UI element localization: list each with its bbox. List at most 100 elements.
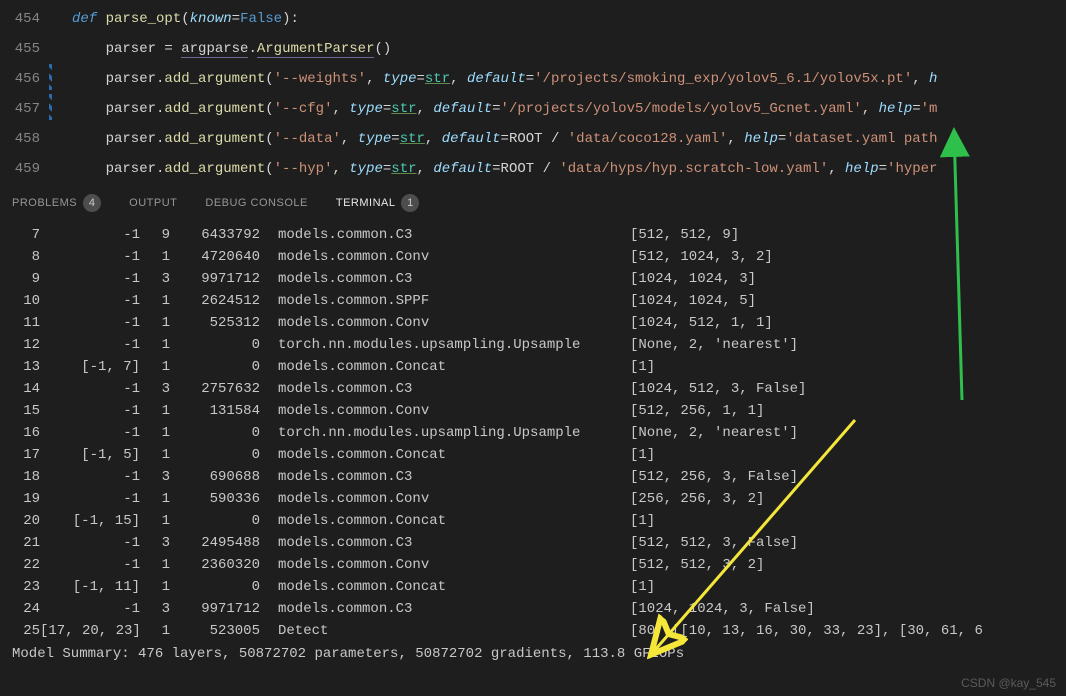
terminal-cell: 6433792 xyxy=(170,224,260,246)
terminal-row: 21-132495488models.common.C3[512, 512, 3… xyxy=(12,532,1054,554)
terminal-cell: 1 xyxy=(140,444,170,466)
terminal-cell: 1 xyxy=(140,356,170,378)
code-line[interactable]: 454 def parse_opt(known=False): xyxy=(0,4,1066,34)
terminal-row: 22-112360320models.common.Conv[512, 512,… xyxy=(12,554,1054,576)
terminal-cell: [-1, 15] xyxy=(40,510,140,532)
model-summary: Model Summary: 476 layers, 50872702 para… xyxy=(0,646,1066,662)
tab-debug-console[interactable]: DEBUG CONSOLE xyxy=(205,197,307,209)
terminal-cell: [1] xyxy=(630,576,1054,598)
terminal-cell: [512, 1024, 3, 2] xyxy=(630,246,1054,268)
gutter xyxy=(48,64,72,90)
terminal-cell: models.common.C3 xyxy=(260,268,630,290)
code-line[interactable]: 455 parser = argparse.ArgumentParser() xyxy=(0,34,1066,64)
terminal-cell: Detect xyxy=(260,620,630,642)
terminal-cell: [1] xyxy=(630,444,1054,466)
terminal-cell: [256, 256, 3, 2] xyxy=(630,488,1054,510)
terminal-cell: 23 xyxy=(12,576,40,598)
terminal-cell: [1024, 512, 3, False] xyxy=(630,378,1054,400)
panel-tabs: PROBLEMS 4 OUTPUT DEBUG CONSOLE TERMINAL… xyxy=(0,184,1066,220)
terminal-row: 14-132757632models.common.C3[1024, 512, … xyxy=(12,378,1054,400)
terminal-cell: [17, 20, 23] xyxy=(40,620,140,642)
tab-output[interactable]: OUTPUT xyxy=(129,197,177,209)
terminal-cell: models.common.C3 xyxy=(260,224,630,246)
code-editor[interactable]: 454 def parse_opt(known=False):455 parser… xyxy=(0,0,1066,184)
terminal-cell: 690688 xyxy=(170,466,260,488)
tab-problems-label: PROBLEMS xyxy=(12,197,77,209)
terminal-cell: 9971712 xyxy=(170,268,260,290)
terminal-cell: 1 xyxy=(140,554,170,576)
terminal-cell: -1 xyxy=(40,400,140,422)
terminal-cell: 7 xyxy=(12,224,40,246)
terminal-cell: 18 xyxy=(12,466,40,488)
terminal-cell: -1 xyxy=(40,554,140,576)
terminal-cell: -1 xyxy=(40,466,140,488)
terminal-cell: 0 xyxy=(170,444,260,466)
code-line[interactable]: 458 parser.add_argument('--data', type=s… xyxy=(0,124,1066,154)
tab-problems[interactable]: PROBLEMS 4 xyxy=(12,194,101,212)
terminal-row: 12-110torch.nn.modules.upsampling.Upsamp… xyxy=(12,334,1054,356)
terminal-cell: 1 xyxy=(140,422,170,444)
terminal-cell: [512, 256, 3, False] xyxy=(630,466,1054,488)
terminal-cell: 3 xyxy=(140,532,170,554)
terminal-cell: models.common.Conv xyxy=(260,312,630,334)
terminal-cell: 523005 xyxy=(170,620,260,642)
terminal-cell: [1024, 1024, 3] xyxy=(630,268,1054,290)
tab-output-label: OUTPUT xyxy=(129,197,177,209)
terminal-cell: -1 xyxy=(40,290,140,312)
terminal-cell: 13 xyxy=(12,356,40,378)
terminal-row: 18-13690688models.common.C3[512, 256, 3,… xyxy=(12,466,1054,488)
terminal-cell: models.common.Concat xyxy=(260,356,630,378)
terminal-cell: 9971712 xyxy=(170,598,260,620)
terminal-cell: 2495488 xyxy=(170,532,260,554)
terminal-cell: -1 xyxy=(40,378,140,400)
code-content[interactable]: parser.add_argument('--weights', type=st… xyxy=(72,64,1066,94)
code-content[interactable]: def parse_opt(known=False): xyxy=(72,4,1066,34)
terminal-cell: 1 xyxy=(140,576,170,598)
code-line[interactable]: 459 parser.add_argument('--hyp', type=st… xyxy=(0,154,1066,184)
terminal-row: 25[17, 20, 23]1523005Detect[80, [[10, 13… xyxy=(12,620,1054,642)
tab-terminal[interactable]: TERMINAL 1 xyxy=(336,194,420,212)
terminal-cell: 0 xyxy=(170,422,260,444)
terminal-row: 15-11131584models.common.Conv[512, 256, … xyxy=(12,400,1054,422)
terminal-cell: 20 xyxy=(12,510,40,532)
code-content[interactable]: parser = argparse.ArgumentParser() xyxy=(72,34,1066,64)
terminal-cell: models.common.Concat xyxy=(260,444,630,466)
terminal-cell: 4720640 xyxy=(170,246,260,268)
line-number: 458 xyxy=(0,124,48,154)
terminal-cell: 15 xyxy=(12,400,40,422)
terminal-row: 19-11590336models.common.Conv[256, 256, … xyxy=(12,488,1054,510)
terminal-cell: -1 xyxy=(40,488,140,510)
terminal-cell: 9 xyxy=(12,268,40,290)
terminal-cell: [1] xyxy=(630,356,1054,378)
code-line[interactable]: 456 parser.add_argument('--weights', typ… xyxy=(0,64,1066,94)
terminal-cell: [1024, 512, 1, 1] xyxy=(630,312,1054,334)
terminal-cell: 1 xyxy=(140,334,170,356)
tab-terminal-label: TERMINAL xyxy=(336,197,396,209)
line-number: 456 xyxy=(0,64,48,94)
terminal-row: 10-112624512models.common.SPPF[1024, 102… xyxy=(12,290,1054,312)
terminal-cell: models.common.C3 xyxy=(260,598,630,620)
code-line[interactable]: 457 parser.add_argument('--cfg', type=st… xyxy=(0,94,1066,124)
line-number: 454 xyxy=(0,4,48,34)
terminal-cell: 19 xyxy=(12,488,40,510)
terminal-cell: 1 xyxy=(140,488,170,510)
terminal-cell: 3 xyxy=(140,466,170,488)
terminal-panel[interactable]: 7-196433792models.common.C3[512, 512, 9]… xyxy=(0,220,1066,646)
terminal-cell: 12 xyxy=(12,334,40,356)
terminal-row: 24-139971712models.common.C3[1024, 1024,… xyxy=(12,598,1054,620)
terminal-cell: torch.nn.modules.upsampling.Upsample xyxy=(260,334,630,356)
terminal-cell: [512, 512, 9] xyxy=(630,224,1054,246)
terminal-cell: [None, 2, 'nearest'] xyxy=(630,422,1054,444)
terminal-cell: [-1, 5] xyxy=(40,444,140,466)
terminal-cell: 10 xyxy=(12,290,40,312)
terminal-cell: 25 xyxy=(12,620,40,642)
terminal-cell: 1 xyxy=(140,312,170,334)
code-content[interactable]: parser.add_argument('--cfg', type=str, d… xyxy=(72,94,1066,124)
terminal-cell: 3 xyxy=(140,378,170,400)
terminal-row: 20[-1, 15]10models.common.Concat[1] xyxy=(12,510,1054,532)
terminal-cell: [512, 512, 3, False] xyxy=(630,532,1054,554)
terminal-cell: 3 xyxy=(140,598,170,620)
diff-indicator xyxy=(49,64,52,90)
code-content[interactable]: parser.add_argument('--data', type=str, … xyxy=(72,124,1066,154)
code-content[interactable]: parser.add_argument('--hyp', type=str, d… xyxy=(72,154,1066,184)
